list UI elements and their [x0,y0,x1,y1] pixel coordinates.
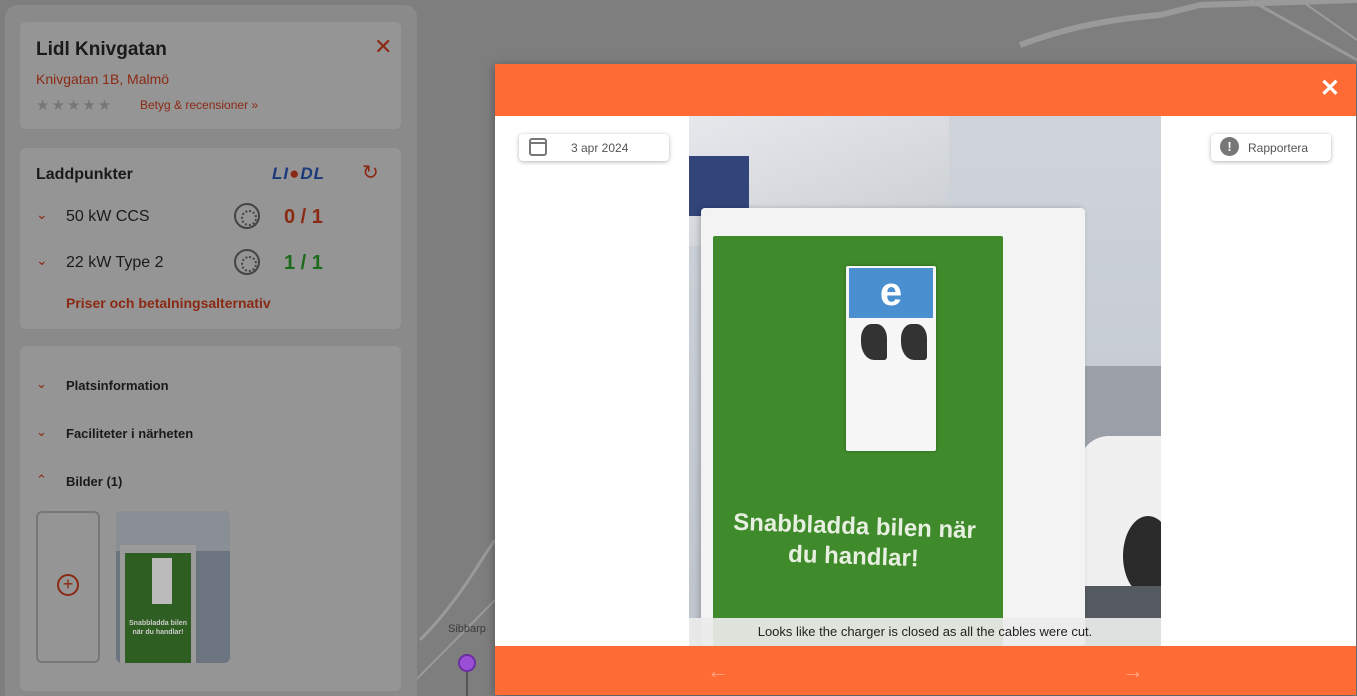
type2-plug-icon [234,249,260,275]
chevron-down-icon[interactable]: ⌄ [36,376,47,392]
photo-slogan: Snabbladda bilen när du handlar! [732,508,977,573]
map-pin-stem [466,671,468,696]
photo-thumbnail[interactable]: Snabbladda bilen när du handlar! [116,511,230,663]
report-label: Rapportera [1248,141,1309,155]
chevron-up-icon[interactable]: ⌃ [36,472,47,488]
thumbnail-slogan: Snabbladda bilen när du handlar! [129,620,187,636]
modal-header: ✕ [495,64,1356,116]
availability-count: 1 / 1 [284,252,323,274]
rating-stars[interactable]: ★★★★★ [36,96,113,114]
refresh-icon[interactable]: ↻ [362,160,379,185]
charging-point-row[interactable]: ⌄ 22 kW Type 2 1 / 1 [36,249,396,280]
chevron-down-icon[interactable]: ⌄ [36,206,48,223]
charger-power: 22 kW Type 2 [66,254,164,271]
close-icon[interactable]: ✕ [374,36,392,58]
ratings-link[interactable]: Betyg & recensioner » [140,98,258,112]
map-pin[interactable] [458,654,476,672]
availability-count: 0 / 1 [284,206,323,228]
arrow-left-icon[interactable]: ← [707,658,729,684]
operator-logo: LI●DL [272,164,326,183]
photo-modal: ✕ 3 apr 2024 ! Rapportera e Snabbladda b… [495,64,1356,695]
info-sections-card: ⌄ Platsinformation ⌄ Faciliteter i närhe… [20,346,401,691]
photo-caption: Looks like the charger is closed as all … [689,618,1161,646]
map-place-label: Sibbarp [448,623,486,635]
add-photo-button[interactable]: + [36,511,100,663]
section-label: Platsinformation [66,378,169,393]
station-header-card: Lidl Knivgatan Knivgatan 1B, Malmö ★★★★★… [20,22,401,129]
charging-points-title: Laddpunkter [36,166,133,183]
charger-photo: e Snabbladda bilen när du handlar! [689,116,1161,646]
station-sidebar: Lidl Knivgatan Knivgatan 1B, Malmö ★★★★★… [5,5,417,696]
warning-icon: ! [1220,137,1239,156]
report-button[interactable]: ! Rapportera [1211,134,1331,161]
modal-footer: ← → [495,646,1356,695]
prices-link[interactable]: Priser och betalningsalternativ [66,295,271,311]
station-name: Lidl Knivgatan [36,39,167,60]
photo-date: 3 apr 2024 [571,141,629,155]
calendar-icon [529,138,547,156]
charging-point-row[interactable]: ⌄ 50 kW CCS 0 / 1 [36,203,396,234]
ccs-plug-icon [234,203,260,229]
charger-power: 50 kW CCS [66,208,150,225]
station-address[interactable]: Knivgatan 1B, Malmö [36,71,169,87]
close-icon[interactable]: ✕ [1320,77,1340,101]
chevron-down-icon[interactable]: ⌄ [36,252,48,269]
arrow-right-icon[interactable]: → [1122,658,1144,684]
chevron-down-icon[interactable]: ⌄ [36,424,47,440]
section-label: Bilder (1) [66,474,123,489]
add-circle-icon: + [57,574,79,596]
photo-date-chip: 3 apr 2024 [519,134,669,161]
photo-e-logo: e [849,268,933,318]
charging-points-card: Laddpunkter LI●DL ↻ ⌄ 50 kW CCS 0 / 1 ⌄ … [20,148,401,329]
section-label: Faciliteter i närheten [66,426,194,441]
